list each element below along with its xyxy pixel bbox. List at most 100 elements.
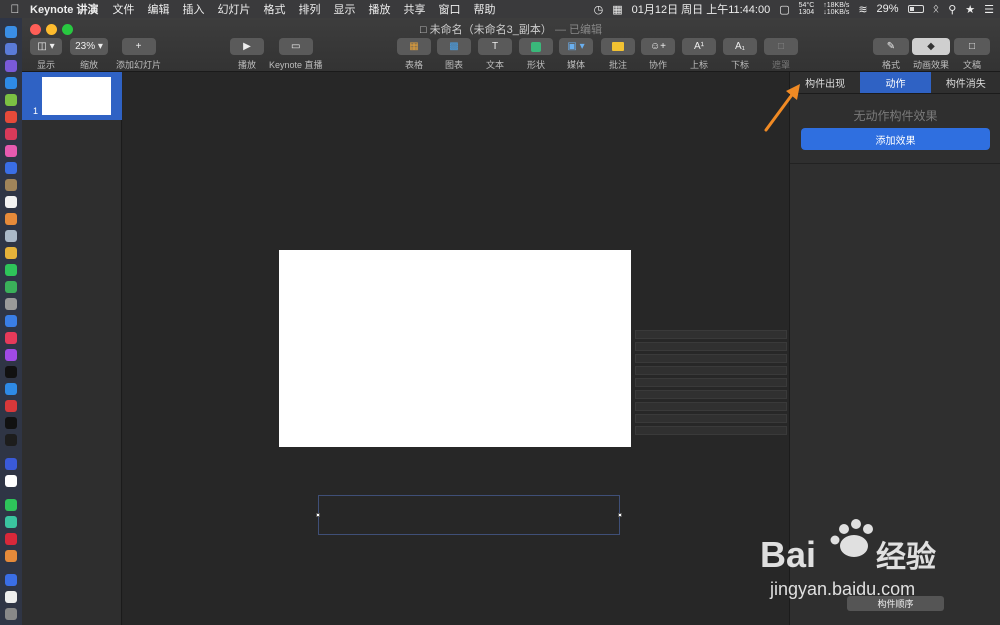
photos-icon[interactable] [5,247,17,259]
superscript-button[interactable]: A¹ 上标 [682,38,716,71]
menu-view[interactable]: 显示 [333,1,355,17]
menu-share[interactable]: 共享 [403,1,425,17]
slide-thumbnail[interactable] [42,77,111,115]
tab-build-out[interactable]: 构件消失 [931,72,1000,93]
resize-handle-left[interactable] [316,513,320,517]
temp-monitor[interactable]: 54°C 1304 [799,2,815,16]
messages-icon[interactable] [5,264,17,276]
vivaldi-icon[interactable] [5,400,17,412]
app-teal-icon[interactable] [5,516,17,528]
menu-bar:  Keynote 讲演 文件 编辑 插入 幻灯片 格式 排列 显示 播放 共享… [0,0,1000,18]
shape-button[interactable]: 形状 [519,38,553,71]
chrome-icon[interactable] [5,111,17,123]
finder-icon[interactable] [5,26,17,38]
play-button[interactable]: ▶ 播放 [230,38,264,71]
notes-icon[interactable] [5,179,17,191]
menu-help[interactable]: 帮助 [473,1,495,17]
shape-icon [519,38,553,55]
app-red-icon[interactable] [5,128,17,140]
wechat-icon[interactable] [5,499,17,511]
selected-text-box[interactable] [316,495,622,535]
vpn-icon[interactable] [5,458,17,470]
document-name: 未命名（未命名3_副本） [429,24,552,36]
keynote-icon[interactable] [5,315,17,327]
preview-icon[interactable] [5,230,17,242]
spotlight-search-icon[interactable]: ⚲ [948,3,956,16]
chart-button[interactable]: ▩ 图表 [437,38,471,71]
launchpad-icon[interactable] [5,43,17,55]
stats-icon[interactable]: ▢ [779,3,789,16]
safari-icon[interactable] [5,77,17,89]
offslide-text-blocks[interactable] [635,330,787,438]
app-multicolor-icon[interactable] [5,550,17,562]
text-line [635,390,787,399]
app-green-icon[interactable] [5,281,17,293]
clock-sync-icon[interactable]: ◷ [594,3,604,16]
zoom-button[interactable]: 23% ▾ 缩放 [70,38,108,71]
tab-action[interactable]: 动作 [860,72,931,93]
music-icon[interactable] [5,332,17,344]
media-button[interactable]: ▣ ▾ 媒体 [559,38,593,71]
calendar-app-icon[interactable] [5,196,17,208]
app-blue-icon[interactable] [5,162,17,174]
menu-edit[interactable]: 编辑 [147,1,169,17]
mask-button[interactable]: □ 遮罩 [764,38,798,71]
menu-arrange[interactable]: 排列 [298,1,320,17]
app-orange-icon[interactable] [5,213,17,225]
menu-window[interactable]: 窗口 [438,1,460,17]
view-button[interactable]: ◫ ▾ 显示 [30,38,62,71]
menu-file[interactable]: 文件 [112,1,134,17]
slide[interactable] [279,250,631,447]
podcasts-icon[interactable] [5,349,17,361]
add-effect-button[interactable]: 添加效果 [801,128,990,150]
menubar-clock[interactable]: 01月12日 周日 上午11:44:00 [632,1,771,17]
activity-monitor-icon[interactable] [5,434,17,446]
subscript-button[interactable]: A₁ 下标 [723,38,757,71]
resize-handle-right[interactable] [618,513,622,517]
document-icon[interactable] [5,591,17,603]
animate-button[interactable]: ◆ 动画效果 [912,38,950,71]
slide-number: 1 [33,106,39,116]
bluetooth-icon[interactable]: ᛟ [933,3,940,15]
menu-format[interactable]: 格式 [263,1,285,17]
terminal-icon[interactable] [5,417,17,429]
text-line [635,402,787,411]
app-gray-icon[interactable] [5,298,17,310]
comment-button[interactable]: 批注 [601,38,635,71]
siri-icon[interactable] [5,60,17,72]
mask-icon: □ [764,38,798,55]
add-slide-button[interactable]: + 添加幻灯片 [116,38,161,71]
yandex-icon[interactable] [5,475,17,487]
keynote-live-button[interactable]: ▭ Keynote 直播 [269,38,323,71]
android-icon[interactable] [5,94,17,106]
format-button[interactable]: ✎ 格式 [873,38,909,71]
list-menu-icon[interactable]: ☰ [984,3,994,16]
app-pink-icon[interactable] [5,145,17,157]
collaborate-icon: ☺+ [641,38,675,55]
animate-icon: ◆ [912,38,950,55]
text-line [635,354,787,363]
mask-label: 遮罩 [771,60,790,70]
apple-tv-icon[interactable] [5,366,17,378]
app-menu[interactable]: Keynote 讲演 [30,1,98,17]
text-button[interactable]: T 文本 [478,38,512,71]
trash-icon[interactable] [5,608,17,620]
apple-menu-icon[interactable]:  [0,2,30,16]
netease-music-icon[interactable] [5,533,17,545]
downloads-icon[interactable] [5,574,17,586]
app-store-icon[interactable] [5,383,17,395]
menu-slide[interactable]: 幻灯片 [217,1,250,17]
document-button[interactable]: □ 文稿 [954,38,990,71]
wifi-icon[interactable]: ≋ [858,3,867,16]
slide-thumbnail-row[interactable]: 1 [22,72,122,120]
subscript-label: 下标 [730,60,749,70]
menu-insert[interactable]: 插入 [182,1,204,17]
collaborate-button[interactable]: ☺+ 协作 [641,38,675,71]
menu-play[interactable]: 播放 [368,1,390,17]
net-monitor[interactable]: ↑18KB/s ↓10KB/s [823,2,849,16]
battery-icon[interactable] [907,5,924,13]
calendar-icon[interactable]: ▦ [612,3,622,16]
table-button[interactable]: ▦ 表格 [397,38,431,71]
superscript-icon: A¹ [682,38,716,55]
star-icon[interactable]: ★ [965,3,975,16]
